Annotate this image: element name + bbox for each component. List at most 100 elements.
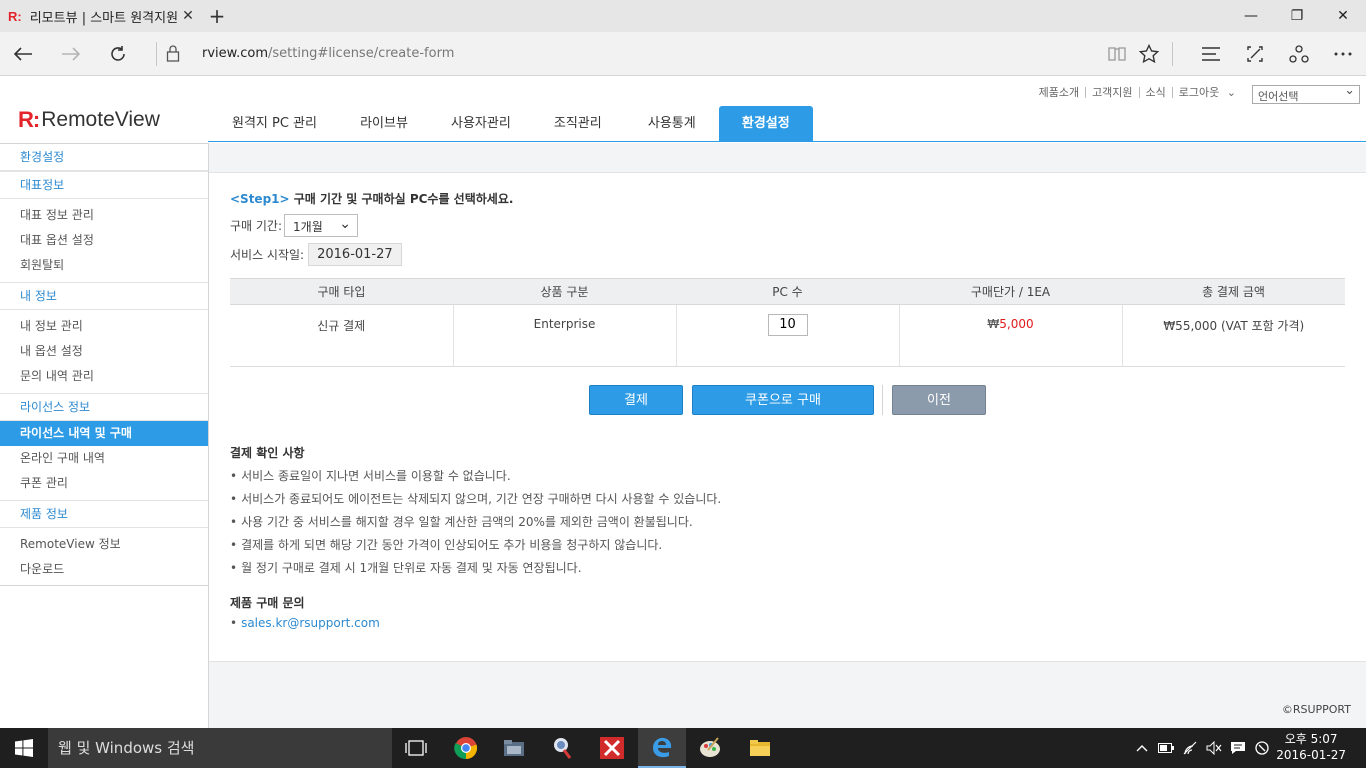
wifi-tray-button[interactable]: [1180, 728, 1202, 768]
notification-status-button[interactable]: [1252, 728, 1272, 768]
sidebar-group-company[interactable]: 대표정보: [0, 171, 208, 199]
hub-button[interactable]: [1196, 40, 1226, 68]
minimize-button[interactable]: —: [1228, 0, 1274, 32]
sidebar-title[interactable]: 환경설정: [0, 143, 208, 171]
wifi-icon: [1183, 741, 1197, 755]
volume-tray-button[interactable]: [1204, 728, 1224, 768]
nav-remote-pc[interactable]: 원격지 PC 관리: [212, 106, 337, 141]
cell-type: 신규 결제: [230, 304, 454, 367]
sidebar-item-my-info[interactable]: 내 정보 관리: [0, 314, 208, 339]
bullet: •: [230, 538, 238, 552]
share-button[interactable]: [1284, 40, 1314, 68]
taskbar-search[interactable]: 웹 및 Windows 검색: [48, 728, 392, 768]
close-window-button[interactable]: ✕: [1320, 0, 1366, 32]
util-link-news[interactable]: 소식: [1140, 87, 1173, 98]
start-button[interactable]: [0, 728, 48, 768]
prev-button[interactable]: 이전: [892, 385, 986, 415]
notice-text: 사용 기간 중 서비스를 해지할 경우 일할 계산한 금액의 20%를 제외한 …: [241, 515, 693, 529]
language-select[interactable]: 언어선택: [1252, 83, 1360, 104]
chrome-taskbar-button[interactable]: [442, 728, 490, 768]
remote-tool-taskbar-button[interactable]: [538, 728, 586, 768]
sidebar-item-withdraw[interactable]: 회원탈퇴: [0, 253, 208, 278]
show-hidden-icons-button[interactable]: [1132, 728, 1152, 768]
new-tab-button[interactable]: +: [206, 4, 228, 28]
file-explorer-taskbar-button[interactable]: [490, 728, 538, 768]
edge-icon: [653, 737, 672, 758]
sidebar-item-company-info[interactable]: 대표 정보 관리: [0, 203, 208, 228]
back-arrow-icon: [13, 47, 32, 61]
unit-price-currency: ₩: [987, 317, 1000, 331]
url-field[interactable]: rview.com/setting#license/create-form: [202, 46, 454, 61]
sidebar-item-license-purchase[interactable]: 라이선스 내역 및 구매: [0, 421, 208, 446]
sidebar-item-company-options[interactable]: 대표 옵션 설정: [0, 228, 208, 253]
unit-price-value: 5,000: [999, 317, 1034, 331]
browser-titlebar: R: 리모트뷰 | 스마트 원격지원 ✕ + — ❐ ✕: [0, 0, 1366, 32]
folder-taskbar-button[interactable]: [736, 728, 784, 768]
bullet: •: [230, 616, 238, 630]
remoteview-logo[interactable]: R: RemoteView: [18, 107, 160, 133]
sidebar-group-license[interactable]: 라이선스 정보: [0, 393, 208, 421]
back-button[interactable]: [8, 40, 38, 68]
util-link-products[interactable]: 제품소개: [1033, 87, 1087, 98]
sidebar-group-product[interactable]: 제품 정보: [0, 500, 208, 528]
util-link-logout[interactable]: 로그아웃 ⌄: [1173, 87, 1242, 98]
forward-button[interactable]: [56, 40, 86, 68]
pay-button[interactable]: 결제: [589, 385, 683, 415]
coupon-purchase-button[interactable]: 쿠폰으로 구매: [692, 385, 874, 415]
reading-view-button[interactable]: [1102, 40, 1132, 68]
cell-total: ₩55,000 (VAT 포함 가격): [1122, 304, 1345, 367]
notice-text: 서비스 종료일이 지나면 서비스를 이용할 수 없습니다.: [241, 469, 511, 483]
sidebar-item-inquiries[interactable]: 문의 내역 관리: [0, 364, 208, 389]
address-bar: rview.com/setting#license/create-form: [0, 32, 1366, 76]
sidebar-item-my-options[interactable]: 내 옵션 설정: [0, 339, 208, 364]
sidebar-group-my-info[interactable]: 내 정보: [0, 282, 208, 310]
more-button[interactable]: [1328, 40, 1358, 68]
nav-liveview[interactable]: 라이브뷰: [337, 106, 431, 141]
xmind-taskbar-button[interactable]: [588, 728, 636, 768]
battery-tray-button[interactable]: [1156, 728, 1176, 768]
nav-organization[interactable]: 조직관리: [531, 106, 625, 141]
notice-title: 결제 확인 사항: [230, 446, 305, 460]
browser-tab[interactable]: R: 리모트뷰 | 스마트 원격지원 ✕: [0, 0, 200, 32]
tab-close-icon[interactable]: ✕: [180, 8, 196, 24]
favorite-button[interactable]: [1134, 40, 1164, 68]
task-view-button[interactable]: [392, 728, 440, 768]
sidebar-item-online-purchases[interactable]: 온라인 구매 내역: [0, 446, 208, 471]
yellow-folder-icon: [750, 740, 770, 756]
edge-taskbar-button[interactable]: [638, 728, 686, 768]
maximize-button[interactable]: ❐: [1274, 0, 1320, 32]
clock-time: 오후 5:07: [1284, 732, 1338, 746]
action-center-button[interactable]: [1228, 728, 1248, 768]
cell-pc-count: [676, 304, 900, 367]
sidebar-end: [0, 582, 208, 586]
util-link-support[interactable]: 고객지원: [1086, 87, 1140, 98]
col-header-product: 상품 구분: [453, 278, 676, 305]
col-header-type: 구매 타입: [230, 278, 453, 305]
notice-item: • 사용 기간 중 서비스를 해지할 경우 일할 계산한 금액의 20%를 제외한…: [230, 513, 693, 530]
more-dots-icon: [1334, 52, 1352, 56]
sidebar-item-coupons[interactable]: 쿠폰 관리: [0, 471, 208, 496]
notice-item: • 서비스가 종료되어도 에이전트는 삭제되지 않으며, 기간 연장 구매하면 다…: [230, 490, 721, 507]
task-view-icon: [405, 740, 427, 756]
xmind-icon: [600, 737, 624, 759]
period-row: 구매 기간: 1개월 ⌄: [230, 214, 359, 237]
inquiry-email-link[interactable]: sales.kr@rsupport.com: [241, 616, 380, 630]
price-table: 구매 타입 상품 구분 PC 수 구매단가 / 1EA 총 결제 금액 신규 결…: [230, 278, 1345, 367]
sidebar-item-download[interactable]: 다운로드: [0, 557, 208, 582]
period-select[interactable]: 1개월 ⌄: [284, 214, 359, 237]
taskbar-clock[interactable]: 오후 5:07 2016-01-27: [1276, 731, 1346, 763]
paint-taskbar-button[interactable]: [686, 728, 734, 768]
nav-statistics[interactable]: 사용통계: [625, 106, 719, 141]
nav-settings[interactable]: 환경설정: [718, 106, 813, 141]
notice-text: 결제를 하게 되면 해당 기간 동안 가격이 인상되어도 추가 비용을 청구하지…: [241, 538, 663, 552]
web-note-icon: [1247, 46, 1263, 62]
lock-icon: [166, 44, 180, 62]
refresh-button[interactable]: [103, 40, 133, 68]
folder-icon: [504, 740, 524, 756]
nav-users[interactable]: 사용자관리: [431, 106, 531, 141]
web-note-button[interactable]: [1240, 40, 1270, 68]
battery-icon: [1158, 743, 1174, 753]
pc-count-input[interactable]: [767, 313, 808, 336]
sidebar-item-product-info[interactable]: RemoteView 정보: [0, 532, 208, 557]
start-date-value: 2016-01-27: [308, 243, 402, 266]
